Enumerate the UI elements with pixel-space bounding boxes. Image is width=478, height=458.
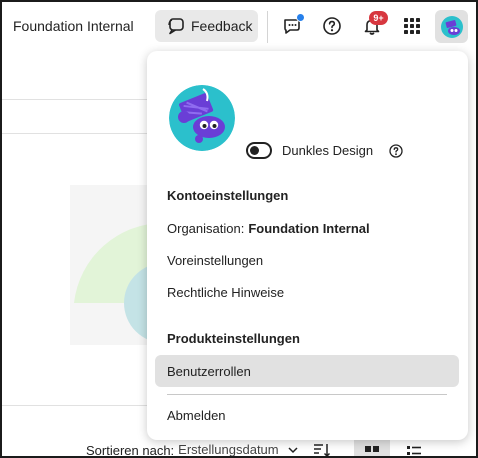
organisation-value: Foundation Internal [248, 220, 370, 236]
profile-avatar [169, 85, 235, 151]
profile-avatar-button[interactable] [435, 10, 468, 43]
dark-mode-label: Dunkles Design [282, 143, 374, 158]
dark-mode-help-icon[interactable] [389, 144, 403, 158]
sign-out-label: Abmelden [167, 407, 226, 423]
app-grid-icon[interactable] [400, 14, 424, 38]
account-settings-heading: Kontoeinstellungen [167, 188, 289, 203]
sign-out-item[interactable]: Abmelden [155, 399, 459, 431]
product-settings-heading: Produkteinstellungen [167, 331, 300, 346]
profile-menu: Dunkles Design Kontoeinstellungen Organi… [147, 51, 468, 440]
organisation-item[interactable]: Organisation: Foundation Internal [155, 212, 459, 244]
chevron-down-icon [287, 445, 299, 455]
app-window: Foundation Internal Feedback 9+ Sortiere… [0, 0, 478, 458]
sort-order-icon[interactable] [313, 442, 331, 456]
list-view-icon [407, 446, 421, 455]
legal-notices-label: Rechtliche Hinweise [167, 284, 285, 300]
content-divider [2, 133, 147, 134]
organisation-label: Organisation: [167, 220, 245, 236]
feedback-label: Feedback [191, 18, 253, 34]
user-roles-item[interactable]: Benutzerrollen [155, 355, 459, 387]
preferences-item[interactable]: Voreinstellungen [155, 244, 459, 276]
dark-mode-toggle[interactable] [246, 142, 272, 159]
sort-label: Sortieren nach: [86, 442, 175, 458]
org-switcher[interactable]: Foundation Internal [13, 18, 134, 34]
help-icon[interactable] [320, 14, 344, 38]
legal-notices-item[interactable]: Rechtliche Hinweise [155, 276, 459, 308]
sort-dropdown[interactable]: Erstellungsdatum [178, 442, 278, 456]
content-divider [2, 405, 147, 406]
chat-unread-dot [296, 13, 305, 22]
avatar-icon [440, 15, 463, 38]
content-divider [2, 99, 147, 100]
preferences-label: Voreinstellungen [167, 252, 264, 268]
feedback-button[interactable]: Feedback [155, 10, 258, 42]
sort-control[interactable]: Sortieren nach: Erstellungsdatum [86, 442, 331, 458]
user-roles-label: Benutzerrollen [167, 363, 251, 379]
notification-badge: 9+ [369, 11, 388, 25]
menu-divider [167, 394, 447, 395]
grid-view-icon [365, 446, 379, 452]
toolbar-divider [267, 11, 268, 43]
feedback-icon [167, 17, 185, 35]
top-bar: Foundation Internal Feedback 9+ [2, 2, 476, 52]
